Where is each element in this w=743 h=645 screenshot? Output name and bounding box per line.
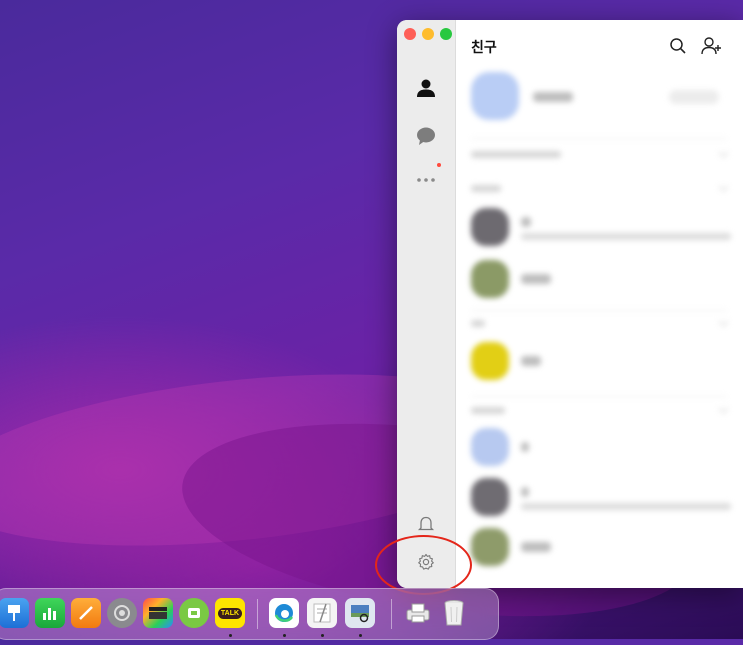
list-item[interactable] [471,528,729,572]
more-icon [417,178,435,182]
close-button[interactable] [404,28,416,40]
dock: TALK [0,588,499,640]
sidebar [397,20,456,588]
list-item[interactable] [471,428,729,472]
window-controls [404,28,452,40]
running-indicator [321,634,324,637]
trash-icon[interactable] [439,598,469,628]
sidebar-item-friends[interactable] [414,76,438,100]
edge-icon[interactable] [269,598,299,628]
dock-separator [257,599,258,629]
annotation-circle [375,535,472,595]
numbers-icon[interactable] [35,598,65,628]
notification-dot [437,163,441,167]
kakaotalk-window: 친구 [397,20,743,588]
preview-icon[interactable] [345,598,375,628]
bell-icon [417,516,435,531]
sidebar-item-notifications[interactable] [414,512,438,536]
kakaotalk-label: TALK [217,607,243,619]
sidebar-item-chats[interactable] [414,124,438,148]
textedit-icon[interactable] [307,598,337,628]
running-indicator [283,634,286,637]
minimize-button[interactable] [422,28,434,40]
page-title: 친구 [471,39,497,55]
list-item[interactable] [471,208,731,252]
search-button[interactable] [667,35,689,57]
kakaotalk-icon[interactable]: TALK [215,598,245,628]
list-item[interactable] [471,260,729,304]
cloud-app-icon[interactable] [179,598,209,628]
running-indicator [359,634,362,637]
sidebar-item-more[interactable] [414,168,438,192]
list-item[interactable] [471,478,731,522]
add-friend-button[interactable] [701,35,723,57]
zoom-button[interactable] [440,28,452,40]
list-item[interactable] [471,342,729,386]
person-icon [417,79,435,97]
my-profile-row[interactable] [471,72,729,128]
avatar [471,72,519,120]
chat-bubble-icon [417,127,435,145]
printer-icon[interactable] [403,598,433,628]
add-friend-icon [701,37,721,55]
pages-icon[interactable] [71,598,101,628]
running-indicator [229,634,232,637]
keynote-icon[interactable] [0,598,29,628]
system-preferences-icon[interactable] [107,598,137,628]
dock-separator [391,599,392,629]
search-icon [670,38,686,54]
final-cut-icon[interactable] [143,598,173,628]
friends-panel: 친구 [455,20,743,588]
